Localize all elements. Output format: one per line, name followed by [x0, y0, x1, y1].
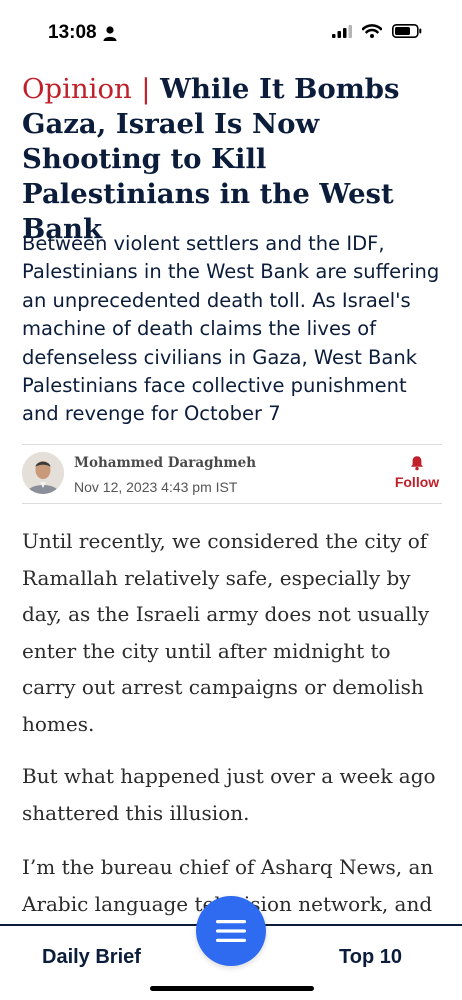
- follow-button[interactable]: Follow: [392, 455, 442, 490]
- divider-bottom: [22, 503, 442, 504]
- battery-icon: [392, 24, 422, 38]
- hamburger-menu-icon: [216, 920, 246, 942]
- clock-label: 13:08: [48, 22, 97, 43]
- article-headline: Opinion | While It Bombs Gaza, Israel Is…: [22, 72, 442, 247]
- cellular-signal-icon: [332, 24, 352, 38]
- nav-daily-brief[interactable]: Daily Brief: [42, 946, 141, 969]
- bell-icon: [411, 456, 423, 471]
- menu-button[interactable]: [196, 896, 266, 966]
- status-time: 13:08: [48, 22, 117, 44]
- author-photo: [22, 452, 64, 494]
- article-subtitle: Between violent settlers and the IDF, Pa…: [22, 232, 440, 426]
- publish-date: Nov 12, 2023 4:43 pm IST: [74, 479, 238, 495]
- author-byline: Mohammed Daraghmeh Nov 12, 2023 4:43 pm …: [22, 449, 442, 501]
- author-name[interactable]: Mohammed Daraghmeh: [74, 455, 256, 471]
- article-paragraph: But what happened just over a week ago s…: [22, 764, 436, 825]
- author-avatar[interactable]: [22, 452, 64, 494]
- headline-separator: |: [141, 73, 151, 105]
- home-indicator[interactable]: [150, 986, 314, 991]
- article-paragraph: Until recently, we considered the city o…: [22, 529, 430, 736]
- status-indicators: [332, 24, 422, 38]
- person-icon: [103, 25, 117, 41]
- nav-top-10[interactable]: Top 10: [339, 946, 402, 969]
- follow-label: Follow: [394, 474, 440, 490]
- section-label: Opinion: [22, 73, 132, 105]
- status-bar: 13:08: [0, 0, 462, 68]
- divider-top: [22, 444, 442, 445]
- wifi-icon: [362, 24, 382, 38]
